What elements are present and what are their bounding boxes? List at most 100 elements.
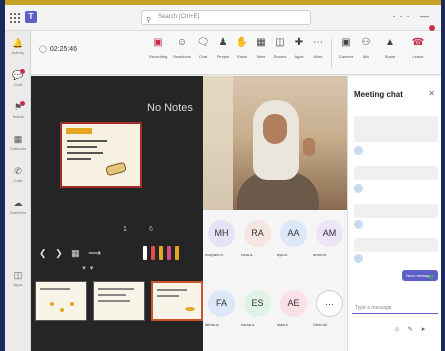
slide-tools-icon[interactable]: ▼ ▼ xyxy=(81,266,95,272)
video-curtain xyxy=(203,76,233,210)
slide-thumbnail-active[interactable] xyxy=(151,281,203,321)
rooms-button[interactable]: ◫ Rooms xyxy=(271,37,289,69)
participant-tile[interactable]: ES esraa.s. xyxy=(241,284,275,336)
presenter-controls: ❮ ❯ ▦ ⟶ xyxy=(39,248,107,260)
rail-item-calendar[interactable]: ▦ Calendar xyxy=(5,131,31,161)
thumb-dot xyxy=(50,302,54,306)
slide-number: 1 xyxy=(123,226,127,233)
rail-item-calls[interactable]: ✆ Calls xyxy=(5,163,31,193)
rail-item-onedrive[interactable]: ☁ OneDrive xyxy=(5,195,31,225)
participant-name: amal.m. xyxy=(313,252,328,257)
pointer-icon[interactable]: ⟶ xyxy=(88,248,101,258)
rail-item-chat[interactable]: 💬 Chat xyxy=(5,67,31,97)
shield-icon: ◯ xyxy=(39,46,47,53)
more-icon: ⋯ xyxy=(313,37,323,48)
view-all-participants-button[interactable]: ··· View all xyxy=(313,284,347,336)
avatar: FA xyxy=(208,290,235,317)
presenter-face xyxy=(263,114,287,144)
participant-tile[interactable]: AA aya.a. xyxy=(277,214,311,266)
view-button[interactable]: ▦ View xyxy=(252,37,270,69)
mic-icon: ⚇ xyxy=(361,37,371,48)
chat-message xyxy=(354,116,438,142)
participant-name: fatma.a. xyxy=(205,322,220,327)
reactions-icon: ☺ xyxy=(176,37,188,48)
raise-hand-button[interactable]: ✋ Raise xyxy=(233,37,251,69)
slide-thumbnail[interactable] xyxy=(93,281,145,321)
avatar: RA xyxy=(244,220,271,247)
chat-icon: 🗨 xyxy=(196,37,210,48)
share-icon: ▲ xyxy=(385,37,395,48)
toolbar-divider xyxy=(331,39,332,67)
highlighter-icon[interactable] xyxy=(175,246,179,260)
chat-compose-input[interactable]: Type a message xyxy=(352,302,438,314)
more-button[interactable]: ⋯ More xyxy=(309,37,327,69)
participant-tile[interactable]: AM amal.m. xyxy=(313,214,347,266)
avatar: MH xyxy=(208,220,235,247)
teams-app: T ⚲ Search (Ctrl+E) ··· — 🔔 Activity 💬 C… xyxy=(5,5,441,351)
emoji-icon[interactable]: ☻ xyxy=(428,274,435,281)
previous-slide-icon[interactable]: ❮ xyxy=(39,248,47,258)
slide-text-line xyxy=(67,152,103,154)
rail-item-teams[interactable]: ⚑ Teams xyxy=(5,99,31,129)
camera-button[interactable]: ▣ Camera xyxy=(337,37,355,69)
thumb-line xyxy=(98,288,134,290)
more-participants-icon: ··· xyxy=(316,290,343,317)
leave-button[interactable]: ☎ Leave xyxy=(409,37,427,69)
people-icon: ♟ xyxy=(218,37,228,48)
slide-text-line xyxy=(67,140,107,142)
calendar-icon: ▦ xyxy=(13,134,23,144)
people-button[interactable]: ♟ People xyxy=(214,37,232,69)
apps-icon: ✚ xyxy=(294,37,304,48)
thumb-line xyxy=(98,294,126,296)
participant-tile[interactable]: MH maryam.h. xyxy=(205,214,239,266)
slide-title-bar xyxy=(66,128,92,134)
rail-item-apps[interactable]: ◫ Apps xyxy=(5,267,31,297)
thumb-line xyxy=(157,289,187,291)
compose-actions[interactable]: ☺ ✎ ➤ xyxy=(394,326,429,333)
thumb-dot xyxy=(70,302,74,306)
participant-tile[interactable]: FA fatma.a. xyxy=(205,284,239,336)
rail-item-activity[interactable]: 🔔 Activity xyxy=(5,35,31,65)
avatar: AE xyxy=(280,290,307,317)
rooms-icon: ◫ xyxy=(275,37,285,48)
participant-tile[interactable]: RA rana.a. xyxy=(241,214,275,266)
search-input[interactable]: ⚲ Search (Ctrl+E) xyxy=(141,10,311,25)
slides-grid-icon[interactable]: ▦ xyxy=(71,248,80,258)
view-icon: ▦ xyxy=(256,37,266,48)
avatar xyxy=(354,184,363,193)
participant-name: rana.a. xyxy=(241,252,254,257)
pen-white-icon[interactable] xyxy=(143,246,147,260)
avatar: ES xyxy=(244,290,271,317)
teams-logo-icon: T xyxy=(25,11,37,23)
apps-icon: ◫ xyxy=(13,270,23,280)
view-all-label: View all xyxy=(313,322,327,327)
participant-name: esraa.s. xyxy=(241,322,256,327)
mic-button[interactable]: ⚇ Mic xyxy=(357,37,375,69)
apps-button[interactable]: ✚ Apps xyxy=(290,37,308,69)
app-rail: 🔔 Activity 💬 Chat ⚑ Teams ▦ Calendar ✆ C… xyxy=(5,31,31,351)
reactions-button[interactable]: ☺ Reactions xyxy=(173,37,191,69)
title-bar: T ⚲ Search (Ctrl+E) ··· — xyxy=(5,5,441,31)
window-controls[interactable]: ··· — xyxy=(393,11,434,21)
participant-name: aya.a. xyxy=(277,252,288,257)
participant-tile[interactable]: AE alaa.e. xyxy=(277,284,311,336)
thumb-dot xyxy=(60,308,64,312)
unread-badge xyxy=(20,101,25,106)
camera-icon: ▣ xyxy=(341,37,351,48)
avatar: AA xyxy=(280,220,307,247)
presenter-video[interactable] xyxy=(203,76,347,210)
close-icon[interactable]: ✕ xyxy=(428,89,435,98)
app-launcher-icon[interactable] xyxy=(10,13,20,23)
raise-hand-icon: ✋ xyxy=(235,37,249,48)
current-slide[interactable] xyxy=(60,122,142,188)
next-slide-icon[interactable]: ❯ xyxy=(55,248,63,258)
chat-message xyxy=(354,238,438,252)
pen-red-icon[interactable] xyxy=(151,246,155,260)
share-button[interactable]: ▲ Share xyxy=(381,37,399,69)
avatar xyxy=(354,146,363,155)
pen-yellow-icon[interactable] xyxy=(159,246,163,260)
recording-button[interactable]: ▣ Recording xyxy=(149,37,167,69)
slide-thumbnail[interactable] xyxy=(35,281,87,321)
chat-button[interactable]: 🗨 Chat xyxy=(194,37,212,69)
pen-pink-icon[interactable] xyxy=(167,246,171,260)
